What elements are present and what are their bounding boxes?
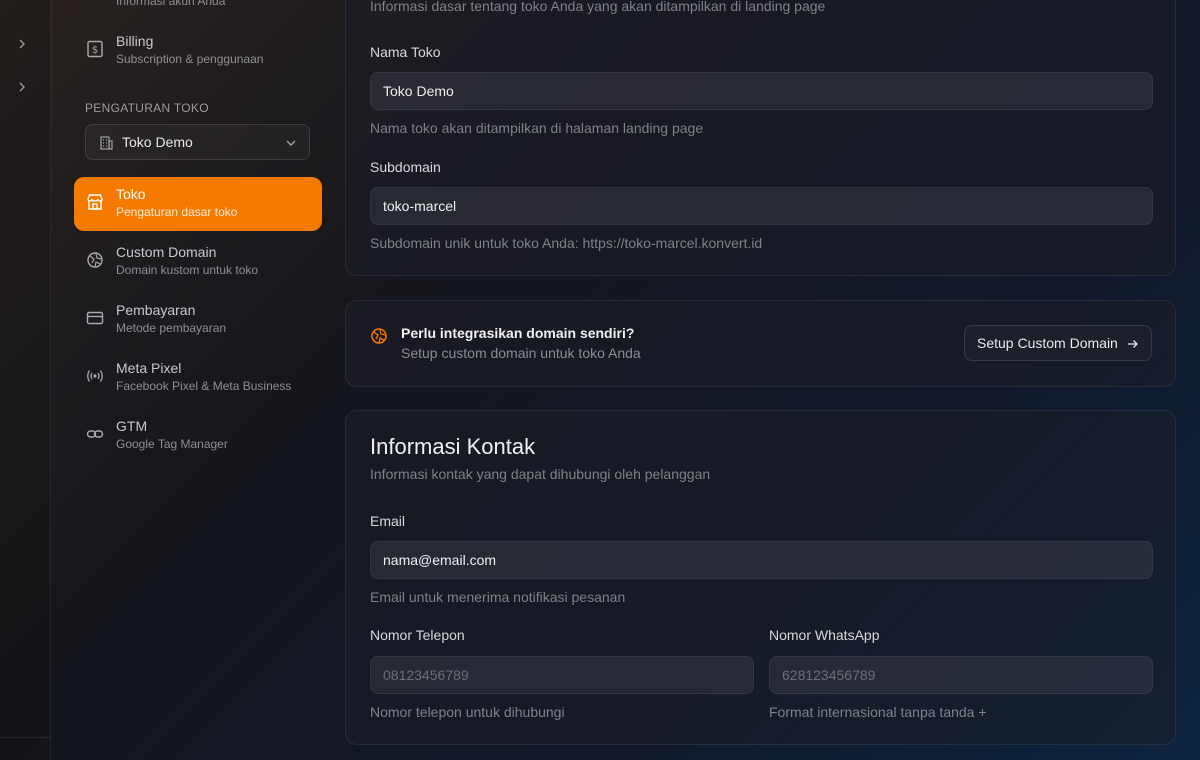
card-description: Informasi kontak yang dapat dihubungi ol… <box>370 466 711 482</box>
broadcast-icon <box>87 370 103 382</box>
sidebar-item-custom-domain[interactable]: Custom Domain Domain kustom untuk toko <box>74 235 322 289</box>
sidebar-item-label: Pembayaran <box>116 302 196 318</box>
building-icon <box>100 136 113 150</box>
store-info-card: Informasi dasar tentang toko Anda yang a… <box>345 0 1176 276</box>
setup-custom-domain-button[interactable]: Setup Custom Domain <box>964 325 1152 361</box>
contact-info-card: Informasi Kontak Informasi kontak yang d… <box>345 410 1176 745</box>
sidebar-item-sublabel: Google Tag Manager <box>116 437 228 451</box>
chevron-right-icon[interactable] <box>16 38 28 50</box>
sidebar-item-sublabel: Domain kustom untuk toko <box>116 263 259 277</box>
email-help: Email untuk menerima notifikasi pesanan <box>370 589 626 605</box>
phone-help: Nomor telepon untuk dihubungi <box>370 704 565 720</box>
callout-subtitle: Setup custom domain untuk toko Anda <box>401 345 641 361</box>
card-description: Informasi dasar tentang toko Anda yang a… <box>370 0 826 14</box>
sidebar-item-sublabel: Subscription & penggunaan <box>116 52 264 66</box>
email-label: Email <box>370 513 406 529</box>
store-name-label: Nama Toko <box>370 44 441 60</box>
globe-icon <box>87 252 103 268</box>
sidebar-item-toko[interactable]: Toko Pengaturan dasar toko <box>74 177 322 231</box>
sidebar-item-label: Custom Domain <box>116 244 217 260</box>
sidebar-item-label: Toko <box>116 186 146 202</box>
sidebar-item-billing[interactable]: $ Billing Subscription & penggunaan <box>74 24 322 78</box>
store-icon <box>87 194 103 210</box>
sidebar-item-sublabel: Metode pembayaran <box>116 321 227 335</box>
sidebar-item-label: Meta Pixel <box>116 360 182 376</box>
phone-field[interactable]: 08123456789 <box>370 656 754 694</box>
store-name-input[interactable]: Toko Demo <box>370 72 1153 110</box>
whatsapp-help: Format internasional tanpa tanda + <box>769 704 987 720</box>
card-title: Informasi Kontak <box>370 434 536 459</box>
chevron-right-icon[interactable] <box>16 81 28 93</box>
subdomain-input[interactable]: toko-marcel <box>370 187 1153 225</box>
chevron-down-icon <box>286 140 296 146</box>
whatsapp-field[interactable]: 628123456789 <box>769 656 1153 694</box>
arrow-right-icon <box>1128 340 1138 348</box>
credit-card-icon <box>86 311 104 325</box>
rail-divider <box>0 737 51 738</box>
section-label-store-settings: PENGATURAN TOKO <box>85 101 209 115</box>
sidebar-item-meta-pixel[interactable]: Meta Pixel Facebook Pixel & Meta Busines… <box>74 351 322 405</box>
subdomain-help: Subdomain unik untuk toko Anda: https://… <box>370 235 763 251</box>
sidebar-item-label: Billing <box>116 33 154 49</box>
billing-icon: $ <box>87 40 103 58</box>
store-selector-value: Toko Demo <box>122 134 193 150</box>
globe-icon <box>371 328 387 344</box>
sidebar-item-sublabel: Pengaturan dasar toko <box>116 205 238 219</box>
store-name-help: Nama toko akan ditampilkan di halaman la… <box>370 120 704 136</box>
sidebar-item-sublabel: Facebook Pixel & Meta Business <box>116 379 292 393</box>
link-icon <box>86 430 104 438</box>
button-label: Setup Custom Domain <box>977 335 1118 351</box>
svg-text:$: $ <box>92 45 98 56</box>
custom-domain-callout: Perlu integrasikan domain sendiri? Setup… <box>345 300 1176 387</box>
sidebar-item-label: GTM <box>116 418 148 434</box>
phone-label: Nomor Telepon <box>370 627 465 643</box>
collapsed-rail <box>0 0 51 760</box>
whatsapp-label: Nomor WhatsApp <box>769 627 880 643</box>
account-subtitle: Informasi akun Anda <box>116 0 226 8</box>
subdomain-label: Subdomain <box>370 159 441 175</box>
callout-title: Perlu integrasikan domain sendiri? <box>401 325 635 341</box>
sidebar-item-gtm[interactable]: GTM Google Tag Manager <box>74 409 322 463</box>
email-field[interactable]: nama@email.com <box>370 541 1153 579</box>
sidebar-item-pembayaran[interactable]: Pembayaran Metode pembayaran <box>74 293 322 347</box>
store-selector[interactable]: Toko Demo <box>85 124 310 160</box>
